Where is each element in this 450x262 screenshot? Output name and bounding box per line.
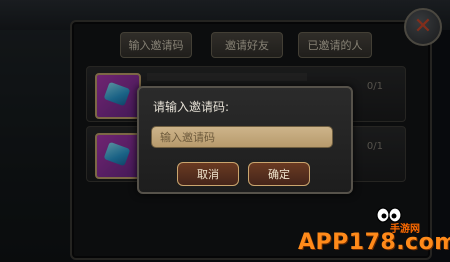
- watermark: 手游网 APP178.com: [298, 204, 450, 258]
- cancel-button[interactable]: 取消: [177, 162, 239, 186]
- invite-code-input[interactable]: 输入邀请码: [151, 126, 333, 148]
- confirm-button[interactable]: 确定: [248, 162, 310, 186]
- watermark-text: APP178.com: [298, 230, 450, 255]
- dialog-title: 请输入邀请码:: [153, 100, 230, 114]
- invite-code-dialog: 请输入邀请码: 输入邀请码 取消 确定: [137, 86, 353, 194]
